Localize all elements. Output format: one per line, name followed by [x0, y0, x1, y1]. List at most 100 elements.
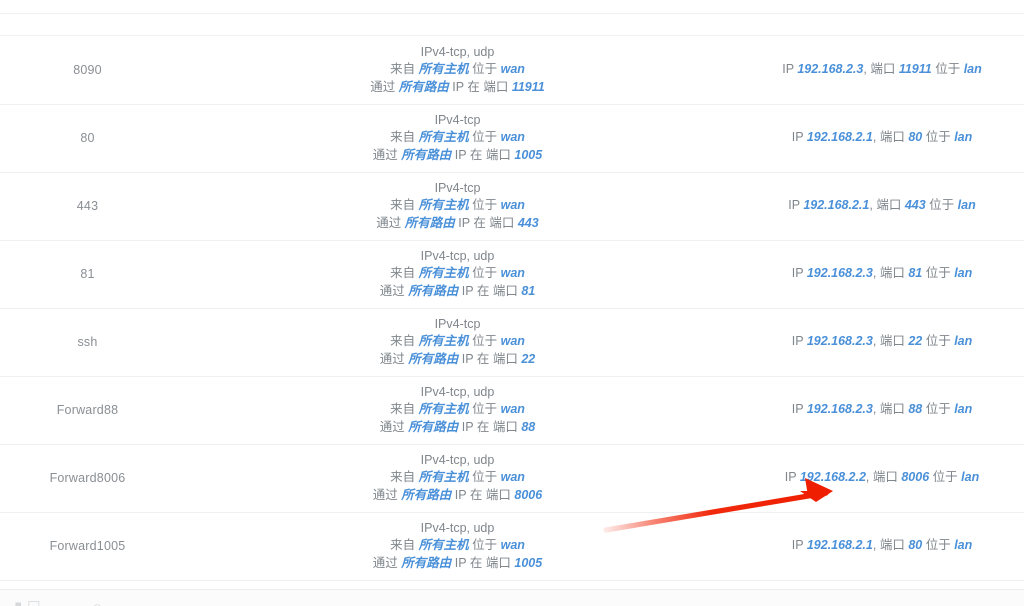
label-located-at: 位于 [472, 402, 498, 417]
rule-destination-cell: IP 192.168.2.3, 端口 22 位于 lan [740, 308, 1024, 376]
rule-name: 81 [80, 267, 95, 281]
destination-port: 22 [908, 334, 923, 349]
label-port: 端口 [492, 283, 518, 298]
source-host: 所有主机 [418, 402, 469, 417]
protocol-label: IPv4-tcp [434, 180, 481, 195]
source-line: 来自 所有主机 位于 wan [179, 61, 736, 79]
table-row[interactable]: Forward88 IPv4-tcp, udp 来自 所有主机 位于 wan 通过 所… [0, 376, 1024, 444]
label-from: 来自 [390, 266, 416, 281]
destination-ip: 192.168.2.3 [806, 266, 873, 281]
table-row[interactable]: 80 IPv4-tcp 来自 所有主机 位于 wan 通过 所有路由 IP 在 端口 … [0, 104, 1024, 172]
label-located-at: 位于 [925, 538, 951, 553]
via-line: 通过 所有路由 IP 在 端口 1005 [179, 555, 736, 573]
source-interface: wan [500, 402, 525, 417]
label-at: 在 [469, 487, 483, 502]
via-target: 所有路由 [401, 487, 452, 502]
label-ip: IP [458, 215, 470, 230]
source-interface: wan [500, 538, 525, 553]
windows-start-icon[interactable]: ▮ [14, 600, 22, 606]
top-divider-partial-1 [0, 13, 1024, 14]
source-host: 所有主机 [418, 538, 469, 553]
table-row[interactable]: 8090 IPv4-tcp, udp 来自 所有主机 位于 wan 通过 所有路由 I… [0, 36, 1024, 104]
label-via: 通过 [370, 79, 396, 94]
source-line: 来自 所有主机 位于 wan [179, 469, 736, 487]
table-row[interactable]: 443 IPv4-tcp 来自 所有主机 位于 wan 通过 所有路由 IP 在 端口… [0, 172, 1024, 240]
via-port: 88 [521, 419, 536, 434]
label-located-at: 位于 [472, 266, 498, 281]
rule-source-cell: IPv4-tcp, udp 来自 所有主机 位于 wan 通过 所有路由 IP 在 … [175, 240, 740, 308]
rule-destination-cell: IP 192.168.2.1, 端口 80 位于 lan [740, 104, 1024, 172]
rule-name-cell: 81 [0, 240, 175, 308]
label-at: 在 [476, 419, 490, 434]
table-row[interactable]: Forward1005 IPv4-tcp, udp 来自 所有主机 位于 wan 通过… [0, 512, 1024, 580]
rule-source-cell: IPv4-tcp 来自 所有主机 位于 wan 通过 所有路由 IP 在 端口 22 [175, 308, 740, 376]
rule-name: Forward8006 [49, 471, 126, 485]
rule-source-cell: IPv4-tcp, udp 来自 所有主机 位于 wan 通过 所有路由 IP 在 … [175, 444, 740, 512]
label-ip: IP [461, 351, 474, 366]
label-located-at: 位于 [472, 334, 498, 349]
label-port: 端口 [876, 198, 902, 213]
label-located-at: 位于 [472, 470, 498, 485]
protocol-label: IPv4-tcp, udp [420, 452, 495, 467]
via-line: 通过 所有路由 IP 在 端口 1005 [179, 147, 736, 165]
label-via: 通过 [372, 555, 398, 570]
label-ip: IP [784, 470, 797, 485]
label-ip: IP [454, 147, 467, 162]
source-host: 所有主机 [418, 62, 469, 76]
label-via: 通过 [372, 487, 398, 502]
source-host: 所有主机 [418, 470, 469, 485]
via-target: 所有路由 [401, 555, 452, 570]
label-located-at: 位于 [472, 538, 498, 553]
label-port: 端口 [879, 266, 905, 281]
via-port: 11911 [511, 79, 545, 94]
via-target: 所有路由 [408, 419, 459, 434]
table-row[interactable]: 81 IPv4-tcp, udp 来自 所有主机 位于 wan 通过 所有路由 IP … [0, 240, 1024, 308]
label-located-at: 位于 [472, 130, 498, 145]
destination-interface: lan [954, 130, 973, 145]
label-port: 端口 [879, 402, 905, 417]
via-target: 所有路由 [401, 147, 452, 162]
label-ip: IP [461, 419, 474, 434]
label-port: 端口 [872, 470, 898, 485]
source-host: 所有主机 [418, 198, 469, 213]
taskbar[interactable]: ▮ ☐ ○ [0, 589, 1024, 606]
label-located-at: 位于 [932, 470, 958, 485]
rule-source-cell: IPv4-tcp, udp 来自 所有主机 位于 wan 通过 所有路由 IP 在 … [175, 376, 740, 444]
label-ip: IP [454, 555, 467, 570]
table-row[interactable]: ssh IPv4-tcp 来自 所有主机 位于 wan 通过 所有路由 IP 在 端口… [0, 308, 1024, 376]
label-from: 来自 [390, 198, 416, 213]
via-port: 443 [517, 215, 539, 230]
label-ip: IP [452, 79, 464, 94]
destination-ip: 192.168.2.3 [797, 62, 864, 76]
label-via: 通过 [379, 419, 405, 434]
label-at: 在 [469, 147, 483, 162]
search-icon[interactable]: ○ [92, 599, 102, 606]
destination-ip: 192.168.2.1 [806, 538, 873, 553]
rule-destination-cell: IP 192.168.2.2, 端口 8006 位于 lan [740, 444, 1024, 512]
rule-name: 80 [80, 131, 95, 145]
label-ip: IP [788, 198, 800, 213]
label-located-at: 位于 [935, 62, 961, 76]
destination-interface: lan [954, 402, 973, 417]
destination-port: 80 [908, 130, 923, 145]
source-interface: wan [500, 62, 525, 76]
rule-destination-cell: IP 192.168.2.1, 端口 80 位于 lan [740, 512, 1024, 580]
destination-interface: lan [954, 538, 973, 553]
label-via: 通过 [376, 215, 402, 230]
label-port: 端口 [485, 147, 511, 162]
rule-destination-cell: IP 192.168.2.3, 端口 88 位于 lan [740, 376, 1024, 444]
protocol-label: IPv4-tcp, udp [420, 44, 495, 59]
rule-source-cell: IPv4-tcp, udp 来自 所有主机 位于 wan 通过 所有路由 IP 在 … [175, 512, 740, 580]
via-line: 通过 所有路由 IP 在 端口 22 [179, 351, 736, 369]
source-interface: wan [500, 130, 525, 145]
label-ip: IP [454, 487, 467, 502]
source-line: 来自 所有主机 位于 wan [179, 265, 736, 283]
destination-port: 81 [908, 266, 923, 281]
taskview-icon[interactable]: ☐ [27, 600, 40, 606]
destination-port: 88 [908, 402, 923, 417]
rule-name: 443 [76, 199, 99, 213]
rule-destination-cell: IP 192.168.2.1, 端口 443 位于 lan [740, 172, 1024, 240]
rule-name: Forward1005 [49, 539, 126, 553]
table-row[interactable]: Forward8006 IPv4-tcp, udp 来自 所有主机 位于 wan 通过… [0, 444, 1024, 512]
destination-ip: 192.168.2.1 [806, 130, 873, 145]
